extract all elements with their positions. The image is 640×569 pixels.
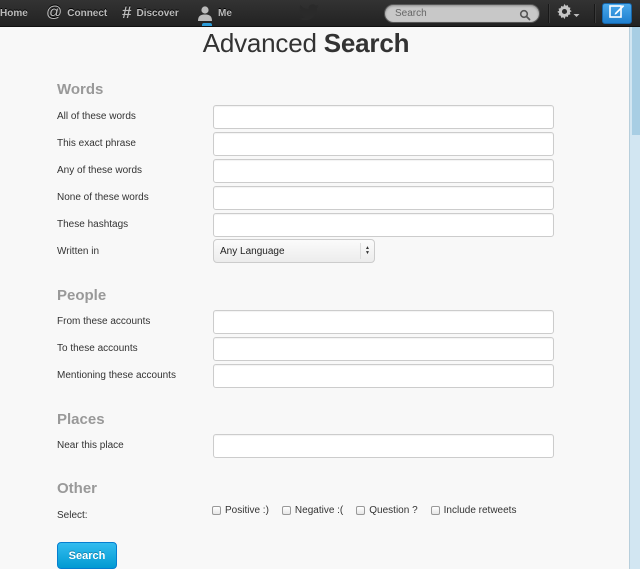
- top-search: [384, 4, 540, 23]
- nav-home[interactable]: Home: [0, 0, 28, 26]
- label-select: Select:: [57, 510, 88, 521]
- section-title-people: People: [57, 287, 107, 304]
- search-button[interactable]: Search: [57, 542, 117, 569]
- checkbox-box[interactable]: [212, 506, 221, 515]
- compose-tweet-button[interactable]: [602, 3, 632, 24]
- label-none-words: None of these words: [57, 192, 149, 203]
- label-to-accounts: To these accounts: [57, 343, 138, 354]
- label-written-in: Written in: [57, 246, 100, 257]
- label-mentioning-accounts: Mentioning these accounts: [57, 370, 176, 381]
- section-title-other: Other: [57, 480, 98, 497]
- nav-connect[interactable]: @ Connect: [46, 0, 107, 26]
- negative-checkbox[interactable]: Negative :(: [281, 505, 344, 516]
- nav-me[interactable]: Me: [197, 0, 232, 26]
- label-any-words: Any of these words: [57, 165, 143, 176]
- negative-label: Negative :(: [294, 505, 344, 516]
- active-indicator: [202, 23, 212, 26]
- nav-home-label: Home: [0, 7, 28, 19]
- navbar-divider: [594, 4, 595, 23]
- nav-discover[interactable]: # Discover: [122, 0, 179, 26]
- person-icon: [197, 5, 213, 21]
- gear-icon: [556, 3, 573, 25]
- mentioning-accounts-input[interactable]: [213, 364, 554, 388]
- all-words-input[interactable]: [213, 105, 554, 129]
- checkbox-box[interactable]: [356, 506, 366, 515]
- label-all-words: All of these words: [57, 111, 136, 122]
- section-title-places: Places: [57, 411, 105, 428]
- label-hashtags: These hashtags: [57, 219, 129, 230]
- checkbox-box[interactable]: [430, 506, 440, 515]
- select-arrows-icon: ▲ ▼: [360, 243, 374, 259]
- positive-checkbox[interactable]: Positive :): [212, 505, 269, 516]
- nav-discover-label: Discover: [136, 7, 179, 19]
- chevron-down-icon: [573, 5, 580, 23]
- hashtags-input[interactable]: [213, 213, 554, 237]
- page-title-light: Advanced: [202, 28, 324, 58]
- other-options: Positive :) Negative :( Question ? Inclu…: [212, 505, 529, 516]
- top-navbar: Home @ Connect # Discover Me: [0, 0, 640, 27]
- label-near-place: Near this place: [57, 440, 124, 451]
- page-title-bold: Search: [323, 28, 410, 58]
- from-accounts-input[interactable]: [213, 310, 554, 334]
- label-exact-phrase: This exact phrase: [57, 138, 136, 149]
- language-select-value: Any Language: [220, 245, 285, 257]
- nav-me-label: Me: [218, 7, 232, 19]
- compose-icon: [609, 4, 625, 23]
- section-title-words: Words: [57, 81, 104, 98]
- scrollbar-thumb[interactable]: [632, 27, 640, 135]
- at-icon: @: [46, 4, 63, 21]
- settings-menu[interactable]: [556, 3, 584, 25]
- advanced-search-page: Advanced Search Words All of these words…: [0, 27, 630, 569]
- question-label: Question ?: [369, 505, 418, 516]
- any-words-input[interactable]: [213, 159, 554, 183]
- exact-phrase-input[interactable]: [213, 132, 554, 156]
- positive-label: Positive :): [225, 505, 269, 516]
- top-search-input[interactable]: [395, 5, 515, 22]
- include-retweets-checkbox[interactable]: Include retweets: [430, 505, 517, 516]
- magnifier-icon[interactable]: [519, 8, 531, 21]
- include-retweets-label: Include retweets: [443, 505, 517, 516]
- scrollbar[interactable]: [631, 27, 640, 569]
- none-words-input[interactable]: [213, 186, 554, 210]
- checkbox-box[interactable]: [281, 506, 291, 515]
- hashtag-icon: #: [122, 3, 132, 22]
- near-place-input[interactable]: [213, 434, 554, 458]
- nav-connect-label: Connect: [67, 7, 108, 19]
- page-title: Advanced Search: [0, 27, 612, 59]
- navbar-divider: [548, 4, 549, 23]
- to-accounts-input[interactable]: [213, 337, 554, 361]
- language-select[interactable]: Any Language ▲ ▼: [213, 239, 375, 263]
- label-from-accounts: From these accounts: [57, 316, 151, 327]
- question-checkbox[interactable]: Question ?: [356, 505, 418, 516]
- bird-icon: [298, 4, 320, 22]
